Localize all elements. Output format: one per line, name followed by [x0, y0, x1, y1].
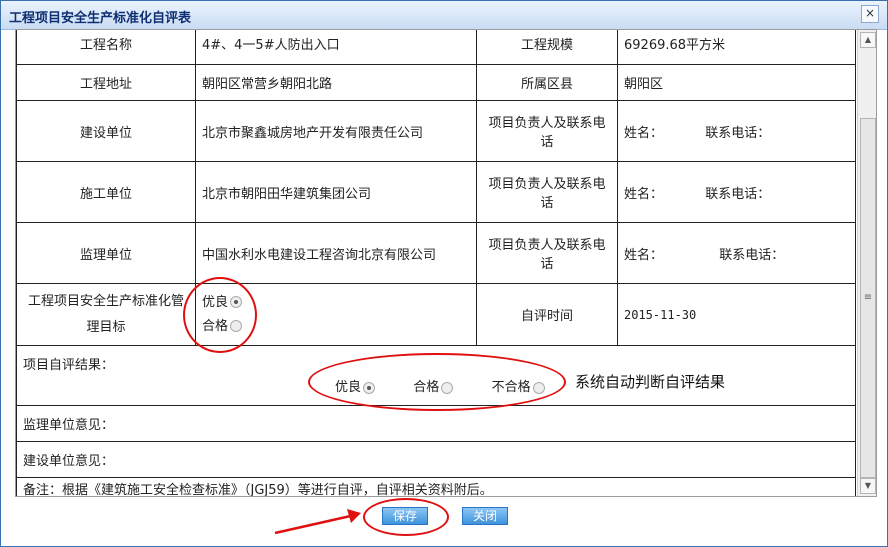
table-row: 备注：根据《建筑施工安全检查标准》（JGJ59）等进行自评，自评相关资料附后。 — [16, 477, 856, 496]
project-scale-value: 69269.68平方米 — [617, 30, 856, 65]
dialog-window: 工程项目安全生产标准化自评表 × 工程名称 4#、4一5#人防出入口 工程规模 … — [0, 0, 888, 547]
contact-name-label: 姓名： — [624, 125, 664, 141]
contractor-value: 北京市朝阳田华建筑集团公司 — [195, 161, 477, 223]
table-row: 监理单位 中国水利水电建设工程咨询北京有限公司 项目负责人及联系电话 姓名： 联… — [16, 222, 856, 284]
contractor-contact-value: 姓名： 联系电话： — [617, 161, 856, 223]
scroll-up-icon[interactable]: ▲ — [860, 32, 876, 48]
result-annotation-circle — [308, 353, 566, 411]
table-row: 建设单位意见： — [16, 441, 856, 478]
remark-text: 备注：根据《建筑施工安全检查标准》（JGJ59）等进行自评，自评相关资料附后。 — [16, 477, 856, 496]
scroll-thumb[interactable]: ≡ — [860, 118, 876, 478]
project-scale-label: 工程规模 — [476, 30, 618, 65]
close-icon[interactable]: × — [861, 5, 879, 23]
contact-phone-label: 联系电话： — [719, 247, 785, 263]
title-bar: 工程项目安全生产标准化自评表 × — [1, 1, 887, 30]
eval-time-label: 自评时间 — [476, 283, 618, 346]
self-eval-result-label: 项目自评结果： — [23, 358, 115, 373]
goal-annotation-circle — [183, 277, 257, 353]
form-scroll-area: 工程名称 4#、4一5#人防出入口 工程规模 69269.68平方米 工程地址 … — [16, 30, 856, 496]
contact-name-label: 姓名： — [624, 186, 664, 202]
contact-name-label: 姓名： — [624, 247, 664, 263]
auto-judge-annotation: 系统自动判断自评结果 — [575, 373, 726, 391]
table-row: 施工单位 北京市朝阳田华建筑集团公司 项目负责人及联系电话 姓名： 联系电话： — [16, 161, 856, 223]
builder-contact-label: 项目负责人及联系电话 — [476, 100, 618, 162]
table-row: 工程名称 4#、4一5#人防出入口 工程规模 69269.68平方米 — [16, 30, 856, 65]
contact-phone-label: 联系电话： — [705, 186, 771, 202]
close-button[interactable]: 关闭 — [462, 507, 508, 525]
save-button[interactable]: 保存 — [382, 507, 428, 525]
dialog-title: 工程项目安全生产标准化自评表 — [9, 11, 192, 26]
supervisor-contact-label: 项目负责人及联系电话 — [476, 222, 618, 284]
builder-label: 建设单位 — [16, 100, 196, 162]
contact-phone-label: 联系电话： — [705, 125, 771, 141]
builder-contact-value: 姓名： 联系电话： — [617, 100, 856, 162]
project-address-value: 朝阳区常营乡朝阳北路 — [195, 64, 477, 101]
district-value: 朝阳区 — [617, 64, 856, 101]
vertical-scrollbar[interactable]: ▲ ≡ ▼ — [857, 30, 876, 496]
arrow-icon — [274, 509, 361, 535]
contractor-label: 施工单位 — [16, 161, 196, 223]
builder-value: 北京市聚鑫城房地产开发有限责任公司 — [195, 100, 477, 162]
table-row: 工程项目安全生产标准化管理目标 优良 合格 自评时间 2015-11-30 — [16, 283, 856, 346]
form-frame: 工程名称 4#、4一5#人防出入口 工程规模 69269.68平方米 工程地址 … — [15, 29, 877, 497]
eval-time-value: 2015-11-30 — [617, 283, 856, 346]
scroll-down-icon[interactable]: ▼ — [860, 478, 876, 494]
builder-opinion-label: 建设单位意见： — [16, 441, 856, 478]
contractor-contact-label: 项目负责人及联系电话 — [476, 161, 618, 223]
project-name-label: 工程名称 — [16, 30, 196, 65]
district-label: 所属区县 — [476, 64, 618, 101]
supervisor-value: 中国水利水电建设工程咨询北京有限公司 — [195, 222, 477, 284]
supervisor-contact-value: 姓名： 联系电话： — [617, 222, 856, 284]
table-row: 工程地址 朝阳区常营乡朝阳北路 所属区县 朝阳区 — [16, 64, 856, 101]
project-name-value: 4#、4一5#人防出入口 — [195, 30, 477, 65]
supervisor-label: 监理单位 — [16, 222, 196, 284]
goal-label: 工程项目安全生产标准化管理目标 — [16, 283, 196, 346]
project-address-label: 工程地址 — [16, 64, 196, 101]
evaluation-form-table: 工程名称 4#、4一5#人防出入口 工程规模 69269.68平方米 工程地址 … — [16, 30, 856, 496]
table-row: 建设单位 北京市聚鑫城房地产开发有限责任公司 项目负责人及联系电话 姓名： 联系… — [16, 100, 856, 162]
